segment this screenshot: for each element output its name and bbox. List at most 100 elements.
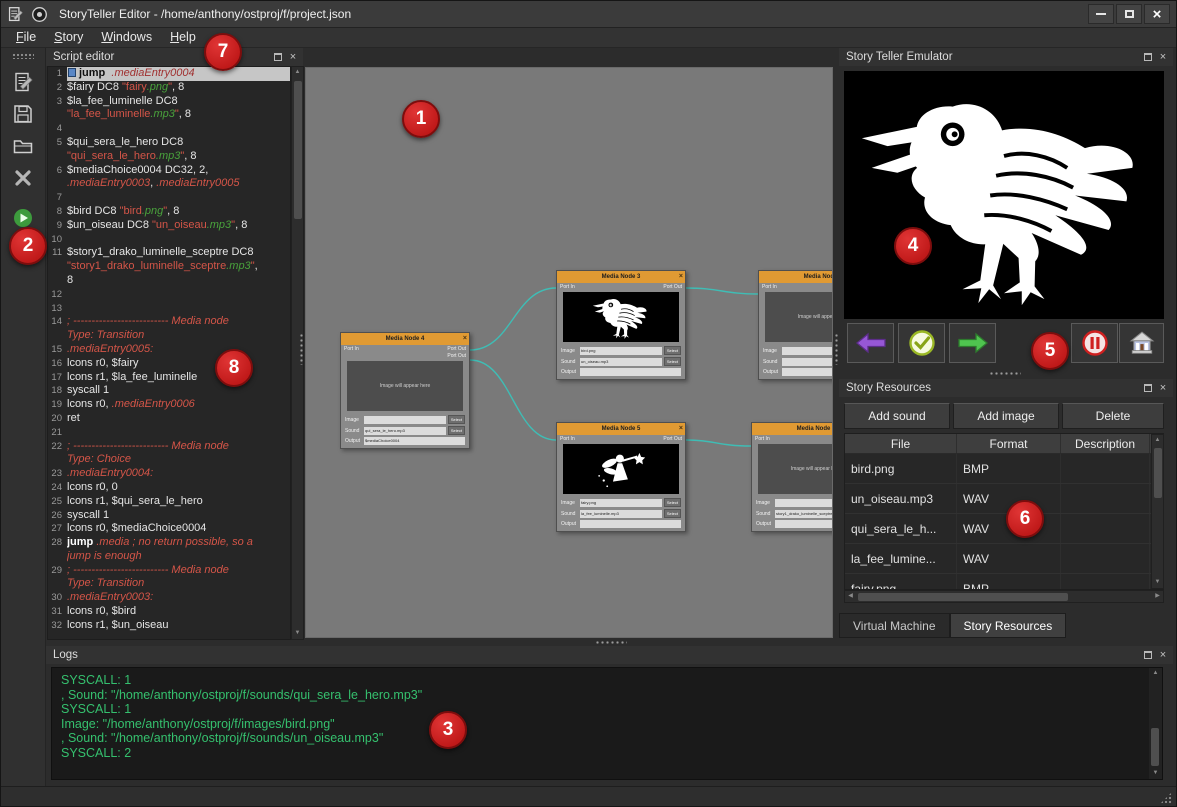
menu-windows[interactable]: Windows <box>92 28 161 47</box>
node-close-icon[interactable]: × <box>679 423 683 435</box>
editor-line[interactable]: 6$mediaChoice0004 DC32, 2, <box>48 164 290 178</box>
script-editor-float-button[interactable] <box>272 51 284 63</box>
logs-scrollbar[interactable]: ▲ ▼ <box>1149 668 1162 779</box>
logs-console[interactable]: SYSCALL: 1, Sound: "/home/anthony/ostpro… <box>51 667 1163 780</box>
scroll-left-icon[interactable]: ◀ <box>845 591 856 602</box>
close-button[interactable]: × <box>1144 4 1170 24</box>
editor-line[interactable]: 13 <box>48 302 290 316</box>
editor-line[interactable]: 2$fairy DC8 "fairy.png", 8 <box>48 81 290 95</box>
scroll-up-icon[interactable]: ▲ <box>292 67 303 78</box>
splitter-handle[interactable] <box>299 333 304 365</box>
editor-line[interactable]: .mediaEntry0003, .mediaEntry0005 <box>48 177 290 191</box>
delete-button[interactable]: Delete <box>1062 403 1164 429</box>
scrollbar-thumb[interactable] <box>294 81 302 219</box>
table-row[interactable]: qui_sera_le_h...WAV <box>845 514 1163 544</box>
splitter-handle[interactable] <box>595 640 627 645</box>
logs-close-button[interactable]: × <box>1157 649 1169 661</box>
logs-float-button[interactable] <box>1142 649 1154 661</box>
scroll-down-icon[interactable]: ▼ <box>1149 768 1162 779</box>
table-row[interactable]: fairy.pngBMP <box>845 574 1163 590</box>
resources-hscrollbar[interactable]: ◀ ▶ <box>844 590 1164 603</box>
resources-close-button[interactable]: × <box>1157 382 1169 394</box>
editor-line[interactable]: 1jump .mediaEntry0004 <box>48 67 290 81</box>
table-row[interactable]: un_oiseau.mp3WAV <box>845 484 1163 514</box>
splitter-handle[interactable] <box>989 371 1021 376</box>
scroll-up-icon[interactable]: ▲ <box>1149 668 1162 679</box>
editor-line[interactable]: 17lcons r1, $la_fee_luminelle <box>48 371 290 385</box>
editor-line[interactable]: 19lcons r0, .mediaEntry0006 <box>48 398 290 412</box>
confirm-button[interactable] <box>898 323 945 363</box>
tab-story-resources[interactable]: Story Resources <box>950 613 1067 638</box>
forward-button[interactable] <box>949 323 996 363</box>
editor-line[interactable]: jump is enough <box>48 550 290 564</box>
scroll-down-icon[interactable]: ▼ <box>1152 577 1163 588</box>
editor-line[interactable]: 15.mediaEntry0005: <box>48 343 290 357</box>
editor-line[interactable]: 22; -------------------------- Media nod… <box>48 440 290 454</box>
scrollbar-thumb[interactable] <box>858 593 1068 601</box>
resize-grip[interactable] <box>1160 792 1172 804</box>
editor-line[interactable]: 12 <box>48 288 290 302</box>
editor-line[interactable]: Type: Choice <box>48 453 290 467</box>
back-button[interactable] <box>847 323 894 363</box>
titlebar[interactable]: StoryTeller Editor - /home/anthony/ostpr… <box>1 1 1176 28</box>
column-header-description[interactable]: Description <box>1061 434 1150 453</box>
new-script-button[interactable] <box>7 67 39 97</box>
graph-node-media-node-3[interactable]: Media Node 3×Port InPort OutImagebird.pn… <box>556 270 686 380</box>
editor-line[interactable]: 25lcons r1, $qui_sera_le_hero <box>48 495 290 509</box>
emulator-float-button[interactable] <box>1142 51 1154 63</box>
editor-line[interactable]: Type: Transition <box>48 329 290 343</box>
editor-line[interactable]: Type: Transition <box>48 577 290 591</box>
save-button[interactable] <box>7 99 39 129</box>
graph-node-media-node-2[interactable]: Media Node 2×Port InPort OutImage will a… <box>758 270 833 380</box>
scroll-down-icon[interactable]: ▼ <box>292 628 303 639</box>
editor-line[interactable]: 18syscall 1 <box>48 384 290 398</box>
scroll-up-icon[interactable]: ▲ <box>1152 435 1163 446</box>
column-header-format[interactable]: Format <box>957 434 1061 453</box>
editor-line[interactable]: "qui_sera_le_hero.mp3", 8 <box>48 150 290 164</box>
scroll-right-icon[interactable]: ▶ <box>1152 591 1163 602</box>
select-button[interactable]: Select <box>664 346 681 355</box>
select-button[interactable]: Select <box>664 509 681 518</box>
emulator-close-button[interactable]: × <box>1157 51 1169 63</box>
add-image-button[interactable]: Add image <box>953 403 1059 429</box>
script-editor[interactable]: 1jump .mediaEntry00042$fairy DC8 "fairy.… <box>47 66 291 640</box>
editor-line[interactable]: "story1_drako_luminelle_sceptre.mp3", <box>48 260 290 274</box>
toolbar-drag-handle[interactable] <box>12 53 34 59</box>
editor-line[interactable]: 29; -------------------------- Media nod… <box>48 564 290 578</box>
menu-story[interactable]: Story <box>45 28 92 47</box>
node-close-icon[interactable]: × <box>679 271 683 283</box>
select-button[interactable]: Select <box>448 426 465 435</box>
graph-node-media-node-6[interactable]: Media Node 6×Port InPort OutImage will a… <box>751 422 833 532</box>
scrollbar-thumb[interactable] <box>1151 728 1159 766</box>
editor-line[interactable]: 5$qui_sera_le_hero DC8 <box>48 136 290 150</box>
open-button[interactable] <box>7 131 39 161</box>
editor-line[interactable]: 16lcons r0, $fairy <box>48 357 290 371</box>
table-row[interactable]: bird.pngBMP <box>845 454 1163 484</box>
close-project-button[interactable] <box>7 163 39 193</box>
editor-line[interactable]: 3$la_fee_luminelle DC8 <box>48 95 290 109</box>
editor-line[interactable]: 10 <box>48 233 290 247</box>
editor-line[interactable]: 14; -------------------------- Media nod… <box>48 315 290 329</box>
select-button[interactable]: Select <box>664 498 681 507</box>
splitter-handle[interactable] <box>834 333 839 365</box>
column-header-file[interactable]: File <box>845 434 957 453</box>
node-close-icon[interactable]: × <box>463 333 467 345</box>
editor-line[interactable]: 20ret <box>48 412 290 426</box>
editor-line[interactable]: 4 <box>48 122 290 136</box>
table-row[interactable]: la_fee_lumine...WAV <box>845 544 1163 574</box>
editor-line[interactable]: 8$bird DC8 "bird.png", 8 <box>48 205 290 219</box>
menu-file[interactable]: File <box>7 28 45 47</box>
editor-line[interactable]: 27lcons r0, $mediaChoice0004 <box>48 522 290 536</box>
select-button[interactable]: Select <box>664 357 681 366</box>
resources-table-scrollbar[interactable]: ▲ ▼ <box>1151 434 1164 589</box>
graph-node-media-node-5[interactable]: Media Node 5×Port InPort OutImagefairy.p… <box>556 422 686 532</box>
graph-node-media-node-4[interactable]: Media Node 4×Port InPort OutPort OutImag… <box>340 332 470 449</box>
editor-line[interactable]: 26syscall 1 <box>48 509 290 523</box>
editor-line[interactable]: 7 <box>48 191 290 205</box>
tab-virtual-machine[interactable]: Virtual Machine <box>839 613 950 638</box>
home-button[interactable] <box>1119 323 1164 363</box>
pause-button[interactable] <box>1071 323 1118 363</box>
add-sound-button[interactable]: Add sound <box>844 403 950 429</box>
editor-line[interactable]: 8 <box>48 274 290 288</box>
node-canvas[interactable]: Media Node 4×Port InPort OutPort OutImag… <box>305 67 833 638</box>
